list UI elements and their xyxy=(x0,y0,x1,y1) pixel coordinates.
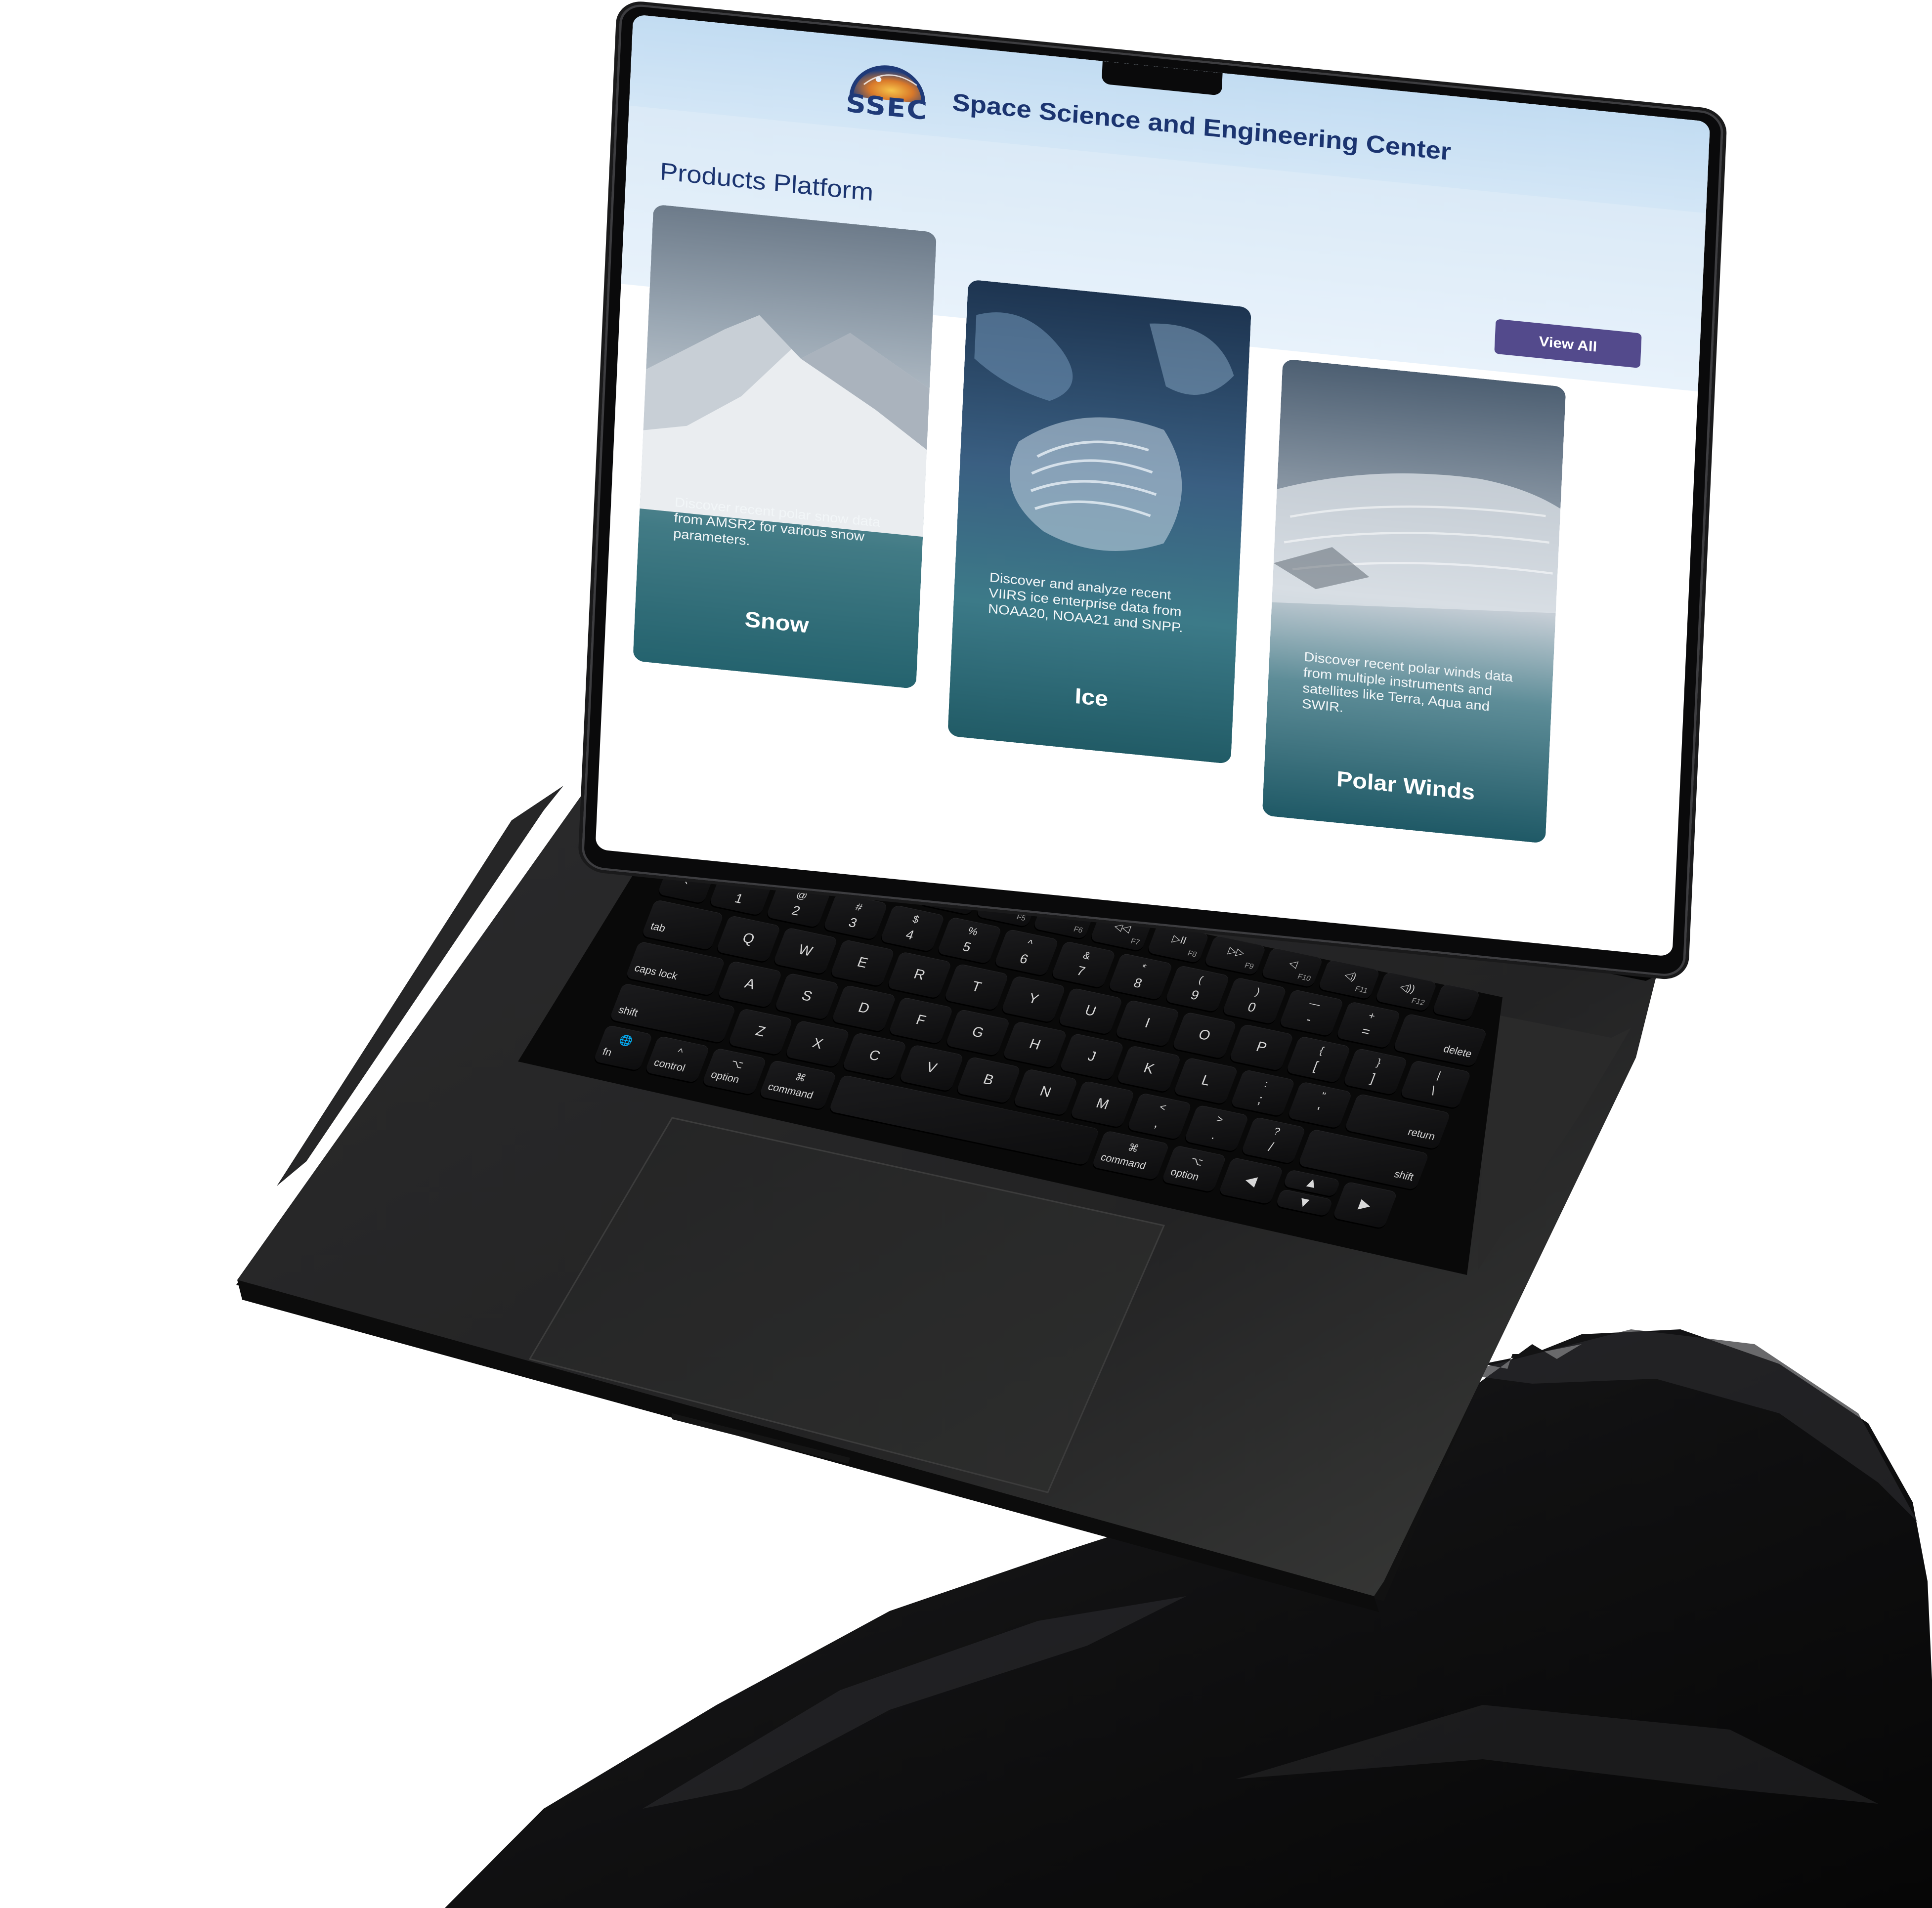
product-card-polar-winds[interactable]: Discover recent polar winds data from mu… xyxy=(1262,358,1566,844)
key-u[interactable]: U xyxy=(1057,987,1123,1035)
key-symbol[interactable]: <, xyxy=(1126,1092,1193,1140)
key-4[interactable]: $4 xyxy=(879,904,945,952)
key-b[interactable]: B xyxy=(955,1056,1022,1104)
key-symbol[interactable]: {[ xyxy=(1286,1035,1351,1083)
product-card-snow[interactable]: Discover recent polar snow data from AMS… xyxy=(633,204,937,689)
key-6[interactable]: ^ 6 xyxy=(993,929,1060,976)
stage: esc☼F1☼F2▭▭F3⌕F4🎙F5☾F6◁◁F7▷IIF8▷▷F9◁F10◁… xyxy=(0,0,1932,1908)
key-symbol[interactable]: — - xyxy=(1279,989,1344,1037)
key-symbol[interactable]: >. xyxy=(1184,1104,1249,1152)
key-j[interactable]: J xyxy=(1059,1033,1125,1081)
key-symbol[interactable]: " ' xyxy=(1287,1081,1353,1129)
ssec-logo[interactable]: SSEC xyxy=(843,52,933,126)
key-8[interactable]: * 8 xyxy=(1108,953,1173,1001)
key-control[interactable]: ^ control xyxy=(644,1035,710,1083)
key-0[interactable]: ) 0 xyxy=(1221,977,1288,1024)
key-7[interactable]: & 7 xyxy=(1050,940,1116,988)
key-f12[interactable]: ◁)) F12 xyxy=(1374,971,1438,1012)
key-5[interactable]: % 5 xyxy=(937,916,1002,964)
key-symbol[interactable]: ? / xyxy=(1241,1116,1306,1164)
laptop-lid: SSEC Space Science and Engineering Cente… xyxy=(581,2,1724,978)
key-m[interactable]: M xyxy=(1070,1080,1135,1128)
key-delete[interactable]: delete xyxy=(1392,1013,1488,1067)
key-symbol[interactable]: :; xyxy=(1230,1069,1296,1117)
key-h[interactable]: H xyxy=(1002,1020,1068,1068)
key-command[interactable]: ⌘ command xyxy=(1091,1130,1170,1181)
key-i[interactable]: I xyxy=(1115,999,1180,1047)
product-card-ice[interactable]: Discover and analyze recent VIIRS ice en… xyxy=(947,279,1252,764)
key-w[interactable]: W xyxy=(773,927,838,975)
key-3[interactable]: #3 xyxy=(822,892,889,940)
key-g[interactable]: G xyxy=(945,1009,1011,1057)
key-n[interactable]: N xyxy=(1013,1068,1078,1116)
key-f9[interactable]: ▷▷ F9 xyxy=(1203,935,1267,975)
key-x[interactable]: X xyxy=(784,1020,851,1068)
key-d[interactable]: D xyxy=(831,984,897,1032)
key-f[interactable]: F xyxy=(888,997,954,1044)
key-p[interactable]: P xyxy=(1228,1023,1294,1071)
key-symbol[interactable]: }] xyxy=(1342,1048,1408,1096)
key-c[interactable]: C xyxy=(842,1032,907,1080)
key-command[interactable]: ⌘ command xyxy=(758,1060,837,1110)
key-y[interactable]: Y xyxy=(1000,975,1067,1023)
key-fn[interactable]: 🌐 fn xyxy=(593,1024,653,1071)
key-symbol[interactable]: ◀ xyxy=(1218,1157,1284,1205)
screen: SSEC Space Science and Engineering Cente… xyxy=(595,14,1711,957)
key-blank[interactable] xyxy=(1431,983,1481,1021)
key-symbol[interactable]: ▶ xyxy=(1332,1181,1398,1229)
key-q[interactable]: Q xyxy=(716,915,781,963)
key-f10[interactable]: ◁ F10 xyxy=(1260,947,1324,988)
key-tab[interactable]: tab xyxy=(641,899,725,951)
key-9[interactable]: (9 xyxy=(1164,965,1230,1013)
key-o[interactable]: O xyxy=(1171,1012,1238,1060)
key-e[interactable]: E xyxy=(829,939,896,987)
key-a[interactable]: A xyxy=(717,960,783,1008)
key-v[interactable]: V xyxy=(899,1044,964,1092)
key-f11[interactable]: ◁) F11 xyxy=(1318,959,1381,1000)
key-k[interactable]: K xyxy=(1116,1045,1182,1093)
key-option[interactable]: ⌥ option xyxy=(701,1048,768,1095)
key-symbol[interactable]: | \ xyxy=(1399,1060,1472,1109)
key-t[interactable]: T xyxy=(944,963,1009,1011)
key-z[interactable]: Z xyxy=(728,1008,793,1056)
key-option[interactable]: ⌥ option xyxy=(1161,1145,1227,1192)
key-s[interactable]: S xyxy=(774,973,840,1020)
key-r[interactable]: R xyxy=(886,951,952,999)
key-l[interactable]: L xyxy=(1173,1057,1239,1105)
key-symbol[interactable]: + = xyxy=(1335,1001,1401,1049)
